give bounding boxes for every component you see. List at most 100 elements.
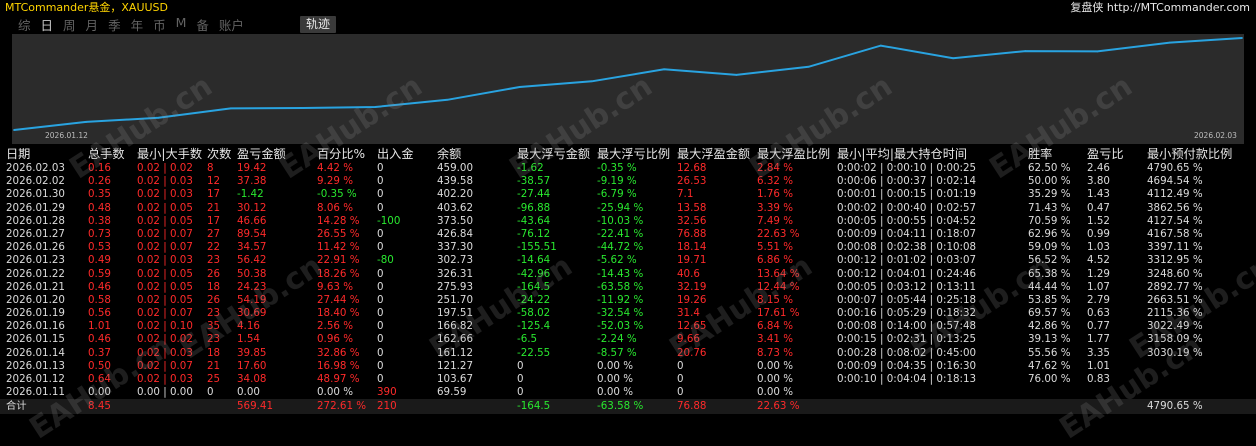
table-row[interactable]: 2026.01.22 0.59 0.02 | 0.05 26 50.38 18.26 % 0… [0, 268, 1256, 281]
equity-point-0 [13, 129, 15, 131]
column-header[interactable]: 最大浮亏金额 [517, 146, 590, 162]
cell-mfpp: 13.64 % [757, 267, 800, 280]
cell-time: 0:00:02 | 0:00:40 | 0:02:57 [837, 201, 977, 214]
cell-bal: 166.82 [437, 320, 474, 333]
column-header[interactable]: 出入金 [377, 146, 414, 162]
cell-mflp: -52.03 % [597, 320, 644, 333]
table-row[interactable]: 2026.01.21 0.46 0.02 | 0.05 18 24.23 9.63 % 0 2… [0, 281, 1256, 294]
column-header[interactable]: 最小|平均|最大持仓时间 [837, 146, 967, 162]
cell-minmax: 0.02 | 0.07 [137, 307, 193, 320]
column-header[interactable]: 百分比% [317, 146, 365, 162]
period-tab-7[interactable]: M [176, 15, 187, 34]
cell-minmax: 0.02 | 0.02 [137, 333, 193, 346]
cell-adv: 4112.49 % [1147, 188, 1203, 201]
period-tab-5[interactable]: 年 [131, 15, 144, 34]
cell-mfpp: 0.00 % [757, 373, 793, 385]
cell-mflp: -10.03 % [597, 214, 644, 227]
cell-win: 62.50 % [1028, 162, 1071, 174]
table-row[interactable]: 2026.01.13 0.50 0.02 | 0.07 21 17.60 16.98 % 0… [0, 360, 1256, 373]
cell-plr: 0.83 [1087, 373, 1110, 385]
table-row[interactable]: 2026.01.19 0.56 0.02 | 0.07 23 30.69 18.40 % 0… [0, 307, 1256, 320]
table-row[interactable]: 2026.02.03 0.16 0.02 | 0.02 8 19.42 4.42 % 0 45… [0, 162, 1256, 175]
cell-adv: 4167.58 % [1147, 227, 1203, 240]
equity-point-11 [807, 65, 810, 68]
track-button[interactable]: 轨迹 [300, 16, 337, 33]
period-tab-2[interactable]: 周 [63, 15, 76, 34]
table-row[interactable]: 2026.01.27 0.73 0.02 | 0.07 27 89.54 26.55 % 0… [0, 228, 1256, 241]
column-header[interactable]: 余额 [437, 146, 461, 162]
table-row[interactable]: 2026.01.20 0.58 0.02 | 0.05 26 54.19 27.44 % 0… [0, 294, 1256, 307]
period-tab-0[interactable]: 综 [18, 15, 31, 34]
cell-mfl: -24.22 [517, 293, 551, 306]
cell-date: 2026.01.13 [6, 359, 65, 372]
cell-mfl: 0 [517, 386, 524, 399]
cell-count: 23 [207, 307, 221, 320]
cell-io: 0 [377, 320, 384, 333]
cell-mflp: -9.19 % [597, 175, 637, 188]
column-header[interactable]: 日期 [6, 146, 30, 162]
cell-win: 39.13 % [1028, 333, 1071, 346]
cell-mfl: -96.88 [517, 201, 551, 214]
table-row[interactable]: 2026.01.28 0.38 0.02 | 0.05 17 46.66 14.28 % -… [0, 215, 1256, 228]
cell-minmax: 0.02 | 0.10 [137, 320, 193, 333]
table-row[interactable]: 2026.01.16 1.01 0.02 | 0.10 35 4.16 2.56 % 0 16… [0, 320, 1256, 333]
period-tab-9[interactable]: 账户 [219, 15, 244, 34]
cell-minmax: 0.02 | 0.07 [137, 227, 193, 240]
cell-pct: 8.06 % [317, 201, 353, 214]
cell-mflp: -14.43 % [597, 267, 644, 280]
cell-plr: 4.52 [1087, 254, 1110, 267]
cell-date: 2026.02.02 [6, 175, 65, 188]
cell-plr: 2.46 [1087, 162, 1110, 174]
cell-mflp: -32.54 % [597, 307, 644, 320]
period-tab-3[interactable]: 月 [86, 15, 99, 34]
column-header[interactable]: 最大浮盈比例 [757, 146, 830, 162]
total-mfl: -164.5 [517, 400, 551, 413]
cell-mfpp: 1.76 % [757, 188, 793, 201]
column-header[interactable]: 胜率 [1028, 146, 1052, 162]
period-tab-4[interactable]: 季 [108, 15, 121, 34]
cell-time: 0:00:07 | 0:05:44 | 0:25:18 [837, 293, 977, 306]
cell-mfpp: 8.15 % [757, 293, 793, 306]
cell-bal: 103.67 [437, 373, 474, 385]
cell-mfpp: 3.39 % [757, 201, 793, 214]
cell-mfp: 31.4 [677, 307, 700, 320]
cell-mflp: -22.41 % [597, 227, 644, 240]
column-header[interactable]: 盈亏比 [1087, 146, 1124, 162]
cell-plr: 1.52 [1087, 214, 1110, 227]
cell-minmax: 0.02 | 0.05 [137, 293, 193, 306]
column-header[interactable]: 最大浮亏比例 [597, 146, 670, 162]
table-row[interactable]: 2026.01.14 0.37 0.02 | 0.03 18 39.85 32.86 % 0… [0, 347, 1256, 360]
cell-time: 0:00:05 | 0:00:55 | 0:04:52 [837, 214, 977, 227]
column-header[interactable]: 最大浮盈金额 [677, 146, 750, 162]
cell-pct: 48.97 % [317, 373, 360, 385]
cell-pct: 16.98 % [317, 359, 360, 372]
table-row[interactable]: 2026.01.23 0.49 0.02 | 0.03 23 56.42 22.91 % -… [0, 254, 1256, 267]
period-tab-6[interactable]: 币 [153, 15, 166, 34]
column-header[interactable]: 盈亏金额 [237, 146, 286, 162]
cell-pct: 2.56 % [317, 320, 353, 333]
table-row[interactable]: 2026.01.29 0.48 0.02 | 0.05 21 30.12 8.06 % 0 4… [0, 202, 1256, 215]
cell-io: 0 [377, 201, 384, 214]
table-row[interactable]: 2026.01.12 0.64 0.02 | 0.03 25 34.08 48.97 % 0… [0, 373, 1256, 386]
column-header[interactable]: 最小|大手数 [137, 146, 202, 162]
table-row[interactable]: 2026.01.30 0.35 0.02 | 0.03 17 -1.42 -0.35 % 0… [0, 188, 1256, 201]
cell-pl: 19.42 [237, 162, 267, 174]
cell-mfpp: 6.84 % [757, 320, 793, 333]
cell-date: 2026.01.29 [6, 201, 65, 214]
column-header[interactable]: 总手数 [88, 146, 125, 162]
cell-date: 2026.01.21 [6, 280, 65, 293]
column-header[interactable]: 次数 [207, 146, 231, 162]
period-tab-8[interactable]: 备 [196, 15, 209, 34]
table-row[interactable]: 2026.01.15 0.46 0.02 | 0.02 23 1.54 0.96 % 0 16… [0, 333, 1256, 346]
equity-point-14 [1024, 50, 1027, 52]
site-link[interactable]: 复盘侠 http://MTCommander.com [1070, 0, 1250, 15]
period-tab-1[interactable]: 日 [41, 15, 54, 34]
cell-plr: 0.63 [1087, 307, 1110, 320]
table-row[interactable]: 2026.02.02 0.26 0.02 | 0.03 12 37.38 9.29 % 0 4… [0, 175, 1256, 188]
cell-win: 42.86 % [1028, 320, 1071, 333]
column-header[interactable]: 最小预付款比例 [1147, 146, 1232, 162]
table-row[interactable]: 2026.01.11 0.00 0.00 | 0.00 0 0.00 0.00 % 390 6… [0, 386, 1256, 399]
table-row[interactable]: 2026.01.26 0.53 0.02 | 0.07 22 34.57 11.42 % 0… [0, 241, 1256, 254]
cell-lots: 1.01 [88, 320, 111, 333]
cell-pl: 54.19 [237, 293, 267, 306]
